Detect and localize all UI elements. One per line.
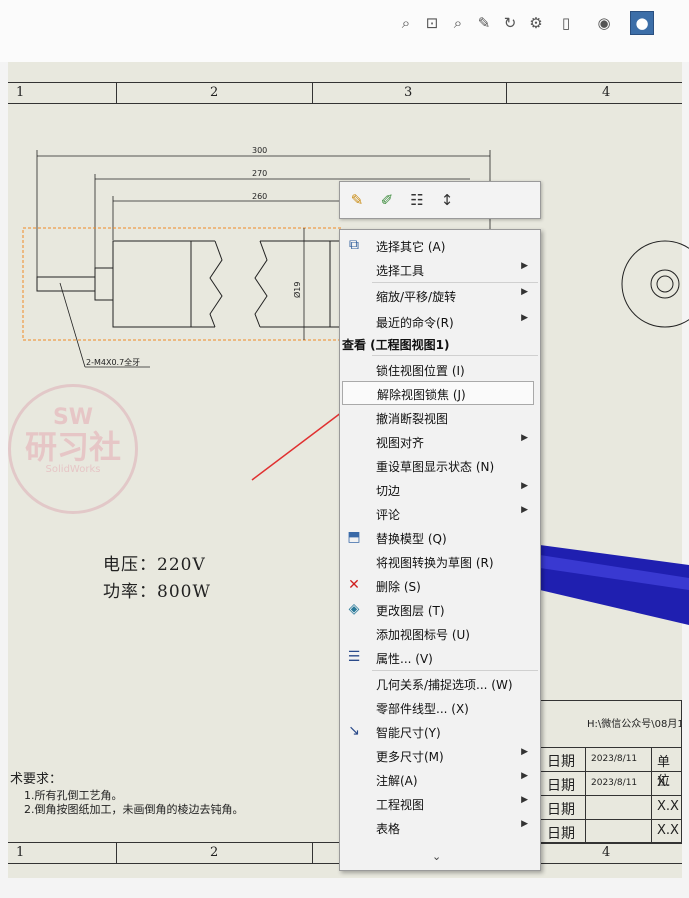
change-layer-icon: ◈: [348, 601, 360, 617]
menu-item-change-layer[interactable]: ◈ 更改图层 (T): [340, 597, 540, 621]
context-toolbar: ✎ ✐ ☷ ↕: [339, 181, 541, 219]
menu-item-delete[interactable]: ✕ 删除 (S): [340, 573, 540, 597]
submenu-arrow-icon: ▶: [521, 819, 528, 829]
dimension-text: Ø19: [292, 282, 302, 298]
properties-icon: ☰: [347, 649, 361, 665]
menu-item-smart-dimension[interactable]: ↘ 智能尺寸(Y): [340, 719, 540, 743]
menu-item-view-alignment[interactable]: 视图对齐 ▶: [340, 429, 540, 453]
notes-title: 术要求：: [10, 772, 63, 787]
menu-item-unlock-view-focus[interactable]: 解除视图锁焦 (J): [342, 381, 534, 405]
dimension-text: 300: [252, 146, 267, 155]
submenu-arrow-icon: ▶: [521, 747, 528, 757]
menu-item-replace-model[interactable]: ⬒ 替换模型 (Q): [340, 525, 540, 549]
menu-item-component-line-font[interactable]: 零部件线型... (X): [340, 695, 540, 719]
submenu-arrow-icon: ▶: [521, 771, 528, 781]
menu-item-undo-break-view[interactable]: 撤消断裂视图: [340, 405, 540, 429]
menu-item-reset-sketch-display[interactable]: 重设草图显示状态 (N): [340, 453, 540, 477]
submenu-arrow-icon: ▶: [521, 433, 528, 443]
menu-item-comments[interactable]: 评论 ▶: [340, 501, 540, 525]
menu-item-convert-to-sketch[interactable]: 将视图转换为草图 (R): [340, 549, 540, 573]
delete-icon: ✕: [348, 577, 360, 593]
menu-item-annotations[interactable]: 注解(A) ▶: [340, 767, 540, 791]
menu-item-selection-tools[interactable]: 选择工具 ▶: [340, 257, 540, 281]
select-other-icon: ⧉: [349, 237, 359, 253]
title-row: 日期 X.X: [540, 796, 682, 820]
dimension-260[interactable]: [112, 196, 345, 240]
title-block: H:\微信公众号\08月1... 日期 2023/8/11 单 位 日期 202…: [540, 700, 682, 844]
submenu-arrow-icon: ▶: [521, 261, 528, 271]
menu-item-lock-view-position[interactable]: 锁住视图位置 (I): [340, 357, 540, 381]
menu-item-drawing-views[interactable]: 工程视图 ▶: [340, 791, 540, 815]
menu-item-tangent-edge[interactable]: 切边 ▶: [340, 477, 540, 501]
replace-model-icon: ⬒: [347, 529, 361, 545]
submenu-arrow-icon: ▶: [521, 481, 528, 491]
spec-voltage: 电压：220V: [103, 555, 206, 575]
watermark-logo: SW 研习社 SolidWorks: [8, 384, 138, 514]
menu-item-relations-snaps[interactable]: 几何关系/捕捉选项... (W): [340, 671, 540, 695]
dimension-text: 260: [252, 192, 267, 201]
menu-item-properties[interactable]: ☰ 属性... (V): [340, 645, 540, 669]
thread-callout-leader[interactable]: [59, 282, 150, 368]
menu-item-select-other[interactable]: ⧉ 选择其它 (A): [340, 233, 540, 257]
menu-item-add-view-label[interactable]: 添加视图标号 (U): [340, 621, 540, 645]
submenu-arrow-icon: ▶: [521, 795, 528, 805]
smart-dimension-icon[interactable]: ↕: [436, 190, 458, 210]
table-icon[interactable]: ☷: [406, 190, 428, 210]
context-menu: ⧉ 选择其它 (A) 选择工具 ▶ 缩放/平移/旋转 ▶ 最近的命令(R) ▶ …: [339, 229, 541, 871]
menu-item-tables[interactable]: 表格 ▶: [340, 815, 540, 839]
dimension-text: 270: [252, 169, 267, 178]
title-row: 日期 2023/8/11 单 位: [540, 748, 682, 789]
spec-power: 功率：800W: [103, 582, 211, 602]
menu-item-recent-commands[interactable]: 最近的命令(R) ▶: [340, 309, 540, 333]
menu-item-more-dimensions[interactable]: 更多尺寸(M) ▶: [340, 743, 540, 767]
menu-item-zoom-pan-rotate[interactable]: 缩放/平移/旋转 ▶: [340, 283, 540, 307]
submenu-arrow-icon: ▶: [521, 287, 528, 297]
thread-callout-text: 2-M4X0.7全牙: [86, 357, 140, 367]
file-path: H:\微信公众号\08月1...: [540, 700, 682, 748]
hide-component-icon[interactable]: ✐: [376, 190, 398, 210]
side-view[interactable]: [621, 240, 689, 328]
expand-menu-chevron-icon[interactable]: ⌄: [432, 850, 441, 863]
submenu-arrow-icon: ▶: [521, 313, 528, 323]
note-item: 2.倒角按图纸加工，未画倒角的棱边去钝角。: [24, 803, 244, 816]
edit-feature-icon[interactable]: ✎: [346, 190, 368, 210]
submenu-arrow-icon: ▶: [521, 505, 528, 515]
title-row: 日期 2023/8/11 X.: [540, 772, 682, 796]
title-row: 日期 X.X: [540, 820, 682, 844]
menu-section-header: 查看 (工程图视图1): [342, 338, 450, 352]
smart-dimension-icon: ↘: [348, 723, 360, 739]
